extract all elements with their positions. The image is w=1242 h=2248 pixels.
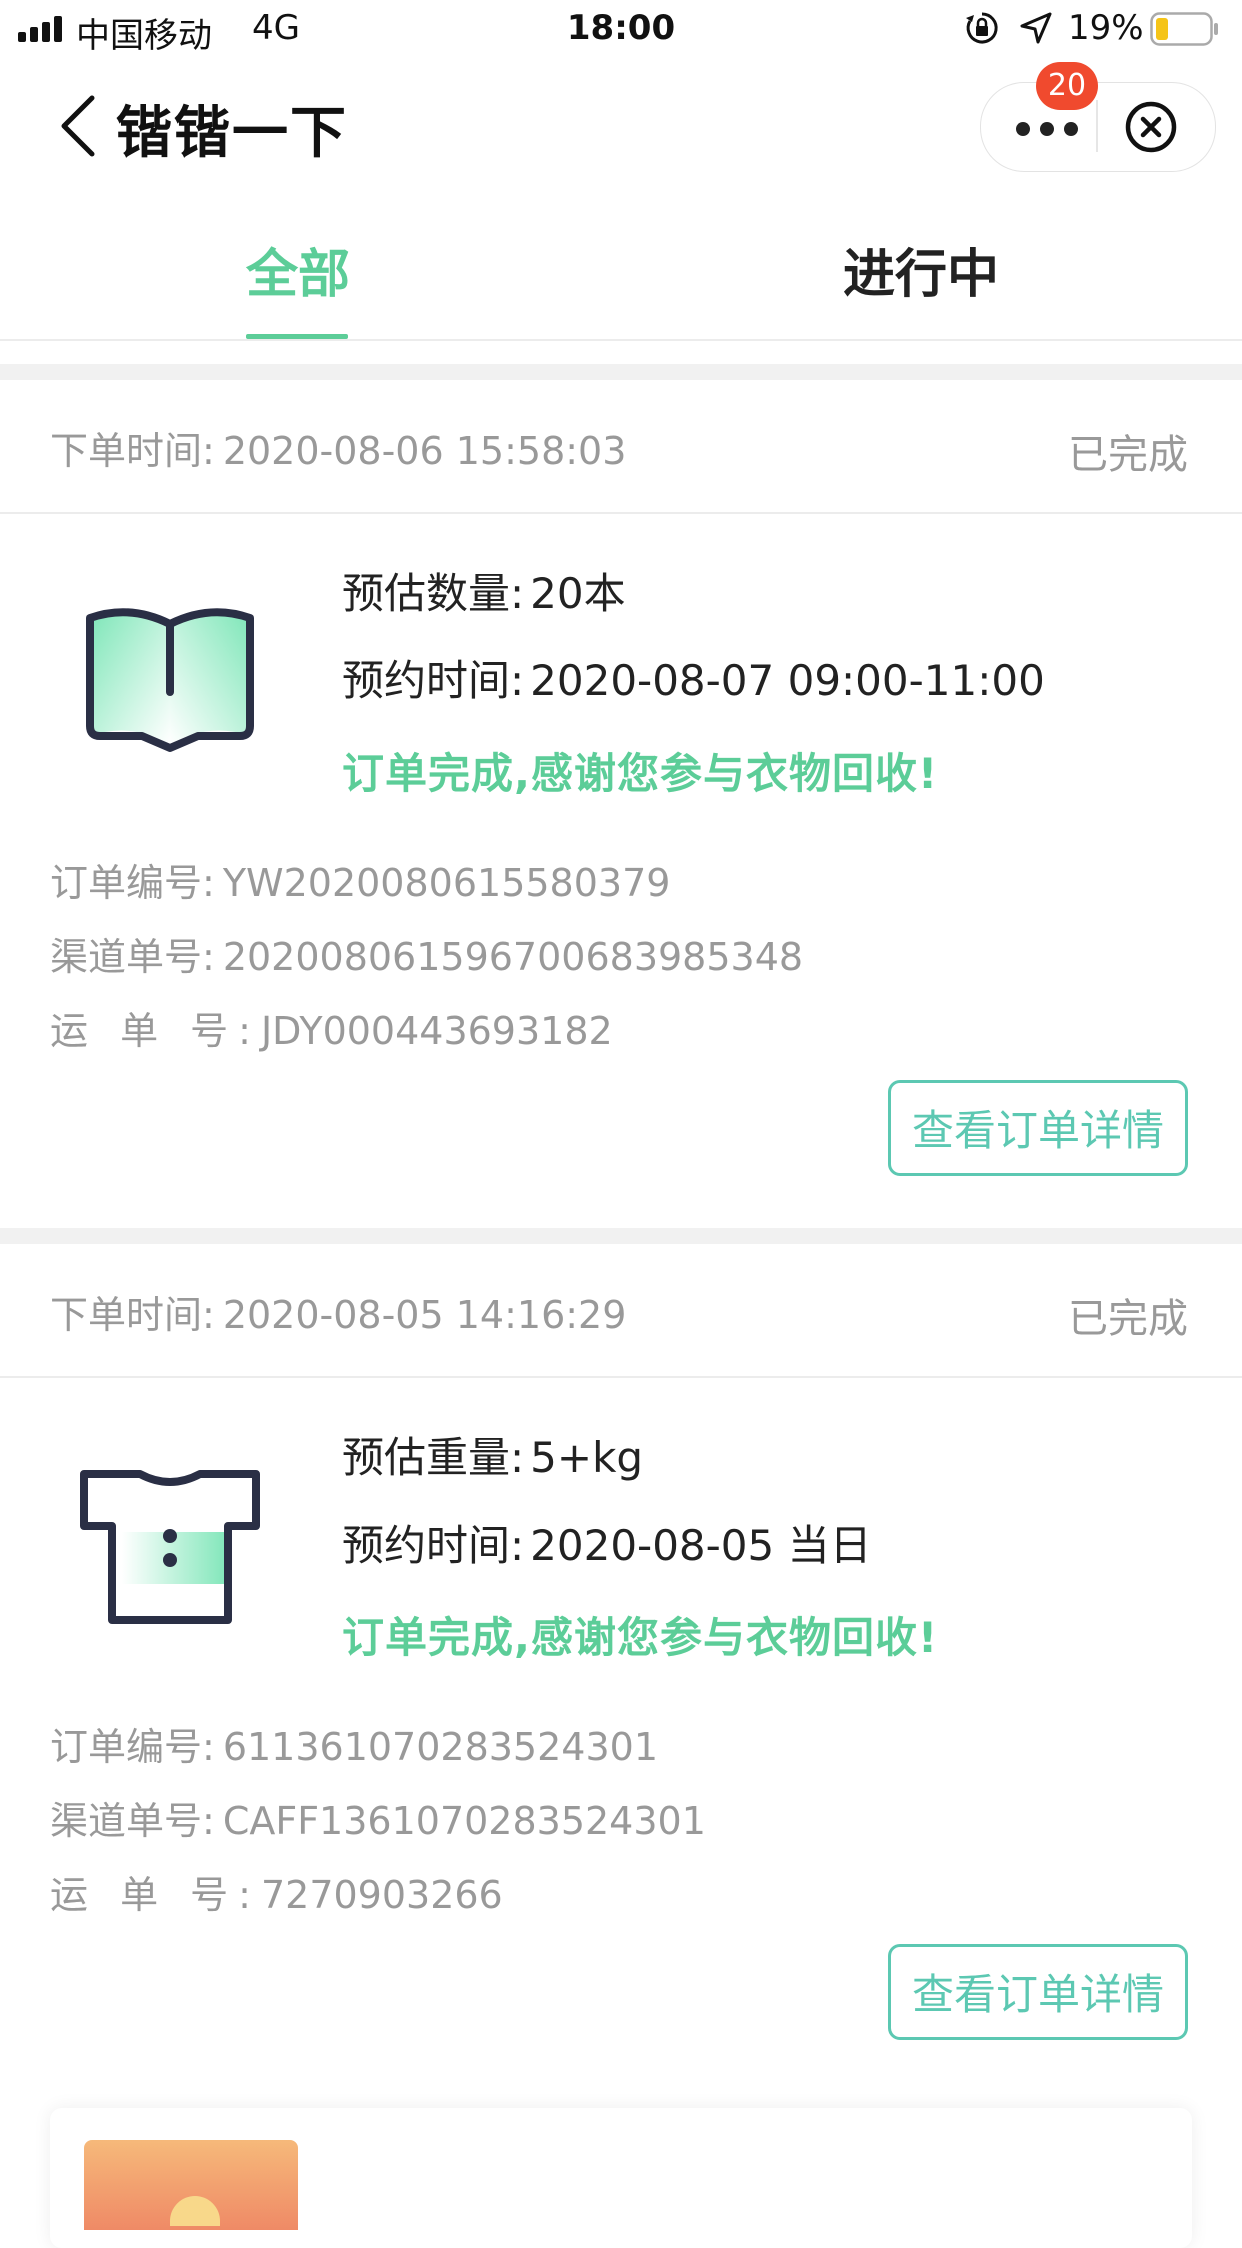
tabs-divider bbox=[0, 339, 1242, 341]
channel-number: 渠道单号: 20200806159670068398534​8 bbox=[50, 926, 803, 981]
order-number: 订单编号: 611361070283524301 bbox=[50, 1716, 658, 1771]
view-order-detail-button[interactable]: 查看订单详情 bbox=[888, 1944, 1188, 2040]
order-number-value: 611361070283524301 bbox=[222, 1725, 658, 1769]
order-status: 已完成 bbox=[1068, 1296, 1188, 1342]
close-icon[interactable] bbox=[1124, 100, 1178, 154]
channel-number-label: 渠道单号: bbox=[50, 935, 215, 979]
estimate-quantity-value: 20本 bbox=[530, 569, 626, 618]
tshirt-icon bbox=[80, 1470, 260, 1624]
estimate-weight-value: 5+kg bbox=[530, 1433, 644, 1482]
clock: 18:00 bbox=[566, 8, 676, 48]
view-order-detail-button[interactable]: 查看订单详情 bbox=[888, 1080, 1188, 1176]
order-time-value: 2020-08-05 14:16:29 bbox=[222, 1293, 627, 1337]
appointment-time-label: 预约时间: bbox=[342, 656, 525, 705]
order-number-label: 订单编号: bbox=[50, 1725, 215, 1769]
page-title: 锴锴一下 bbox=[116, 101, 348, 166]
channel-number-value: CAFF1361070283524301 bbox=[222, 1799, 706, 1843]
waybill-number-value: JDY000443693182 bbox=[260, 1009, 613, 1053]
battery-icon bbox=[1150, 12, 1218, 46]
completion-message: 订单完成,感谢您参与衣物回收! bbox=[342, 1613, 939, 1662]
back-icon[interactable] bbox=[56, 94, 100, 158]
waybill-number-label: 运 单 号: bbox=[50, 1009, 261, 1053]
channel-number-value: 20200806159670068398534​8 bbox=[222, 935, 804, 979]
divider bbox=[0, 1376, 1242, 1378]
order-time-value: 2020-08-06 15:58:03 bbox=[222, 429, 627, 473]
appointment-time: 预约时间: 2020-08-05 当日 bbox=[342, 1512, 872, 1573]
status-bar: 中国移动 4G 18:00 19% bbox=[0, 0, 1242, 60]
order-time-label: 下单时间: bbox=[50, 429, 215, 473]
tab-all[interactable]: 全部 bbox=[246, 232, 350, 307]
battery-percent: 19% bbox=[1068, 8, 1144, 48]
estimate-quantity: 预估数量: 20本 bbox=[342, 560, 626, 621]
divider bbox=[0, 512, 1242, 514]
completion-message: 订单完成,感谢您参与衣物回收! bbox=[342, 749, 939, 798]
estimate-quantity-label: 预估数量: bbox=[342, 569, 525, 618]
waybill-number-label: 运 单 号: bbox=[50, 1873, 261, 1917]
section-gap bbox=[0, 364, 1242, 380]
channel-number: 渠道单号: CAFF1361070283524301 bbox=[50, 1790, 706, 1845]
waybill-number: 运 单 号:7270903266 bbox=[50, 1864, 503, 1919]
section-gap bbox=[0, 1228, 1242, 1244]
order-status: 已完成 bbox=[1068, 432, 1188, 478]
estimate-weight-label: 预估重量: bbox=[342, 1433, 525, 1482]
capsule-divider bbox=[1096, 100, 1098, 152]
channel-number-label: 渠道单号: bbox=[50, 1799, 215, 1843]
appointment-time: 预约时间: 2020-08-07 09:00-11:00 bbox=[342, 647, 1045, 708]
waybill-number: 运 单 号:JDY000443693182 bbox=[50, 1000, 613, 1055]
notification-badge: 20 bbox=[1036, 62, 1098, 110]
waybill-number-value: 7270903266 bbox=[260, 1873, 503, 1917]
order-time: 下单时间: 2020-08-06 15:58:03 bbox=[50, 420, 626, 475]
book-icon bbox=[86, 608, 254, 752]
appointment-time-label: 预约时间: bbox=[342, 1521, 525, 1570]
tab-in-progress[interactable]: 进行中 bbox=[843, 232, 999, 307]
location-icon bbox=[1020, 12, 1052, 44]
order-number-label: 订单编号: bbox=[50, 861, 215, 905]
more-icon[interactable] bbox=[1016, 122, 1078, 136]
order-number: 订单编号: YW2020080615580379 bbox=[50, 852, 670, 907]
estimate-weight: 预估重量: 5+kg bbox=[342, 1424, 643, 1485]
appointment-time-value: 2020-08-05 当日 bbox=[530, 1521, 872, 1570]
rotation-lock-icon bbox=[966, 12, 998, 44]
order-time: 下单时间: 2020-08-05 14:16:29 bbox=[50, 1284, 626, 1339]
order-time-label: 下单时间: bbox=[50, 1293, 215, 1337]
appointment-time-value: 2020-08-07 09:00-11:00 bbox=[530, 656, 1045, 705]
order-number-value: YW2020080615580379 bbox=[222, 861, 671, 905]
